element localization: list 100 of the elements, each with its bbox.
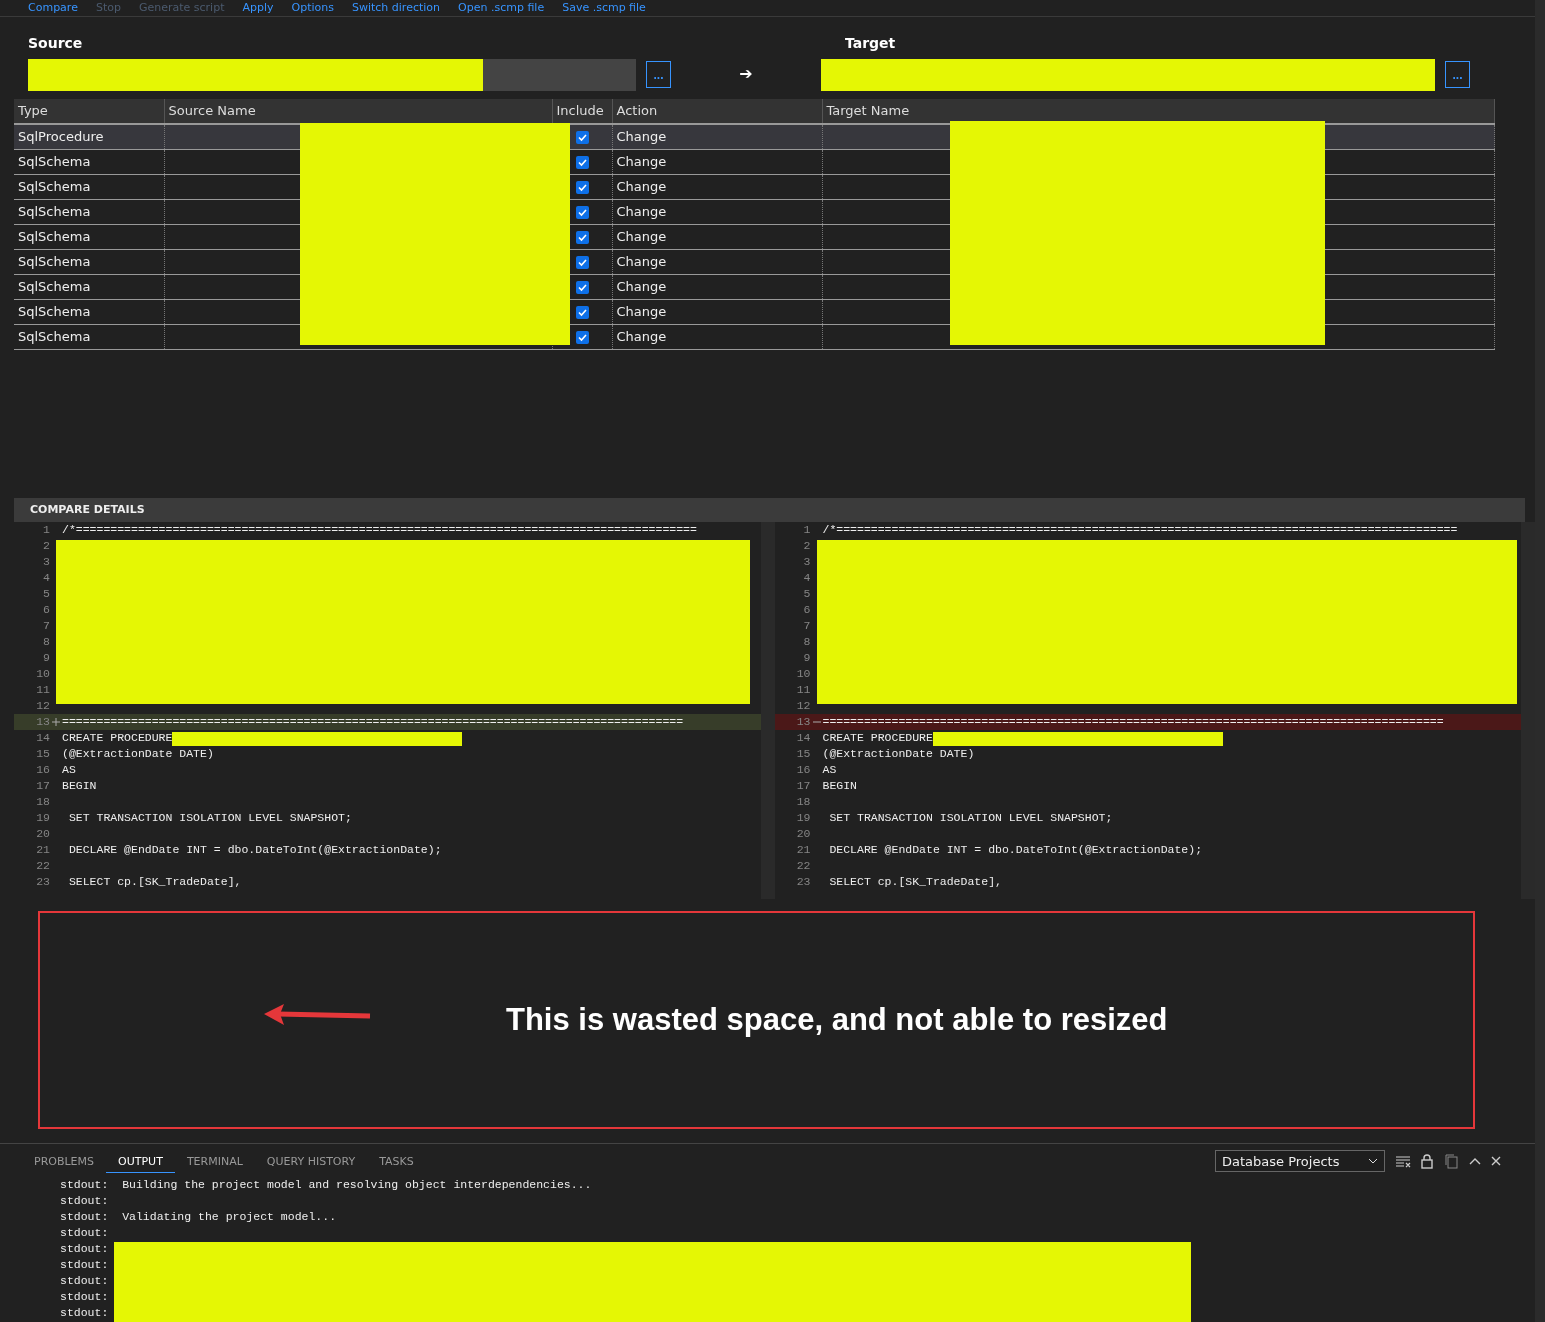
line-number: 13 (35, 715, 51, 729)
output-prefix: stdout: (60, 1274, 109, 1287)
line-number: 5 (802, 587, 812, 601)
target-label: Target (845, 34, 897, 51)
panel-tab[interactable]: TASKS (367, 1149, 426, 1173)
caret-icon (1368, 1158, 1378, 1164)
table-cell: SqlSchema (14, 274, 164, 300)
line-number: 21 (35, 843, 51, 857)
line-number: 14 (35, 731, 51, 745)
panel-tab[interactable]: OUTPUT (106, 1149, 175, 1173)
line-number: 10 (35, 667, 51, 681)
code-line: AS (62, 763, 76, 777)
toolbar-button[interactable]: Save .scmp file (562, 1, 646, 15)
table-cell: SqlSchema (14, 249, 164, 275)
code-line: (@ExtractionDate DATE) (62, 747, 214, 761)
source-field[interactable] (28, 58, 636, 91)
checkbox[interactable] (575, 156, 589, 170)
line-number: 16 (795, 763, 812, 777)
output-prefix: stdout: (60, 1306, 109, 1319)
line-number: 8 (42, 635, 51, 649)
checkbox[interactable] (575, 231, 589, 245)
line-number: 3 (802, 555, 812, 569)
line-number: 22 (35, 859, 51, 873)
checkbox[interactable] (575, 131, 589, 145)
line-number: 21 (795, 843, 812, 857)
checkbox[interactable] (575, 281, 589, 295)
annotation-text: This is wasted space, and not able to resized (506, 1002, 1168, 1038)
table-cell: SqlSchema (14, 224, 164, 250)
line-number: 17 (35, 779, 51, 793)
toolbar-button[interactable]: Compare (28, 1, 78, 15)
checkbox[interactable] (575, 256, 589, 270)
line-number: 1 (802, 523, 812, 537)
column-header[interactable]: Type (14, 98, 164, 124)
toolbar-button[interactable]: Open .scmp file (458, 1, 545, 15)
column-header[interactable]: Action (612, 98, 822, 124)
lock-icon[interactable] (1421, 1153, 1433, 1169)
chevron-up-icon[interactable] (1469, 1157, 1481, 1165)
line-number: 11 (35, 683, 51, 697)
line-number: 20 (795, 827, 812, 841)
line-number: 2 (802, 539, 812, 553)
code-line: ========================================================================================== (822, 715, 1444, 729)
code-line: /*========================================================================================== (62, 523, 697, 537)
code-line: SET TRANSACTION ISOLATION LEVEL SNAPSHOT; (828, 811, 1113, 825)
line-number: 14 (795, 731, 812, 745)
panel-tab[interactable]: PROBLEMS (34, 1149, 107, 1173)
output-prefix: stdout: (60, 1258, 109, 1271)
table-cell: Change (612, 299, 822, 325)
output-prefix: stdout: (60, 1226, 109, 1239)
table-cell: Change (612, 149, 822, 175)
browse-button[interactable]: ... (646, 61, 671, 89)
output-line: Validating the project model... (122, 1210, 337, 1223)
checkbox[interactable] (575, 181, 589, 195)
line-number: 2 (42, 539, 51, 553)
panel-tab[interactable]: QUERY HISTORY (254, 1149, 368, 1173)
checkbox[interactable] (575, 306, 589, 320)
code-line: SET TRANSACTION ISOLATION LEVEL SNAPSHOT; (67, 811, 352, 825)
toolbar-button[interactable]: Options (291, 1, 334, 15)
browse-button[interactable]: ... (1445, 61, 1470, 89)
clear-output-icon[interactable] (1395, 1154, 1411, 1168)
code-line: /*========================================================================================== (822, 523, 1458, 537)
table-cell: Change (612, 274, 822, 300)
table-cell: Change (612, 324, 822, 350)
checkbox[interactable] (575, 331, 589, 345)
line-number: 10 (795, 667, 812, 681)
table-cell: SqlSchema (14, 174, 164, 200)
close-icon[interactable] (1491, 1156, 1501, 1166)
table-cell: SqlProcedure (14, 123, 164, 150)
line-number: 18 (795, 795, 812, 809)
checkbox[interactable] (575, 206, 589, 220)
table-cell: SqlSchema (14, 324, 164, 350)
direction-arrow: ➔ (738, 63, 754, 83)
arrow-icon (262, 1003, 372, 1027)
code-line: AS (822, 763, 837, 777)
output-prefix: stdout: (60, 1290, 109, 1303)
line-number: 6 (802, 603, 812, 617)
code-line: ========================================================================================== (62, 715, 684, 729)
line-number: 1 (42, 523, 51, 537)
line-number: 15 (795, 747, 812, 761)
output-line: Building the project model and resolving object interdependencies... (122, 1178, 592, 1191)
channel-dropdown[interactable]: Database Projects (1215, 1150, 1385, 1172)
line-number: 9 (802, 651, 812, 665)
code-line: DECLARE @EndDate INT = dbo.DateToInt(@ExtractionDate); (828, 843, 1203, 857)
column-header[interactable]: Target Name (822, 98, 1495, 124)
panel-tab[interactable]: TERMINAL (174, 1149, 255, 1173)
toolbar-button[interactable]: Switch direction (351, 1, 441, 15)
line-number: 7 (42, 619, 51, 633)
line-number: 13 (795, 715, 812, 729)
line-number: 12 (795, 699, 812, 713)
line-number: 20 (35, 827, 51, 841)
toolbar-button[interactable]: Apply (242, 1, 274, 15)
column-header[interactable]: Include (552, 98, 612, 124)
table-cell: SqlSchema (14, 299, 164, 325)
code-line: SELECT cp.[SK_TradeDate], (67, 875, 242, 889)
line-number: 19 (795, 811, 812, 825)
column-header[interactable]: Source Name (164, 98, 552, 124)
code-line: CREATE PROCEDURE (62, 731, 173, 745)
line-number: 19 (35, 811, 51, 825)
output-prefix: stdout: (60, 1242, 109, 1255)
section-header: COMPARE DETAILS (14, 497, 1525, 522)
line-number: 12 (35, 699, 51, 713)
